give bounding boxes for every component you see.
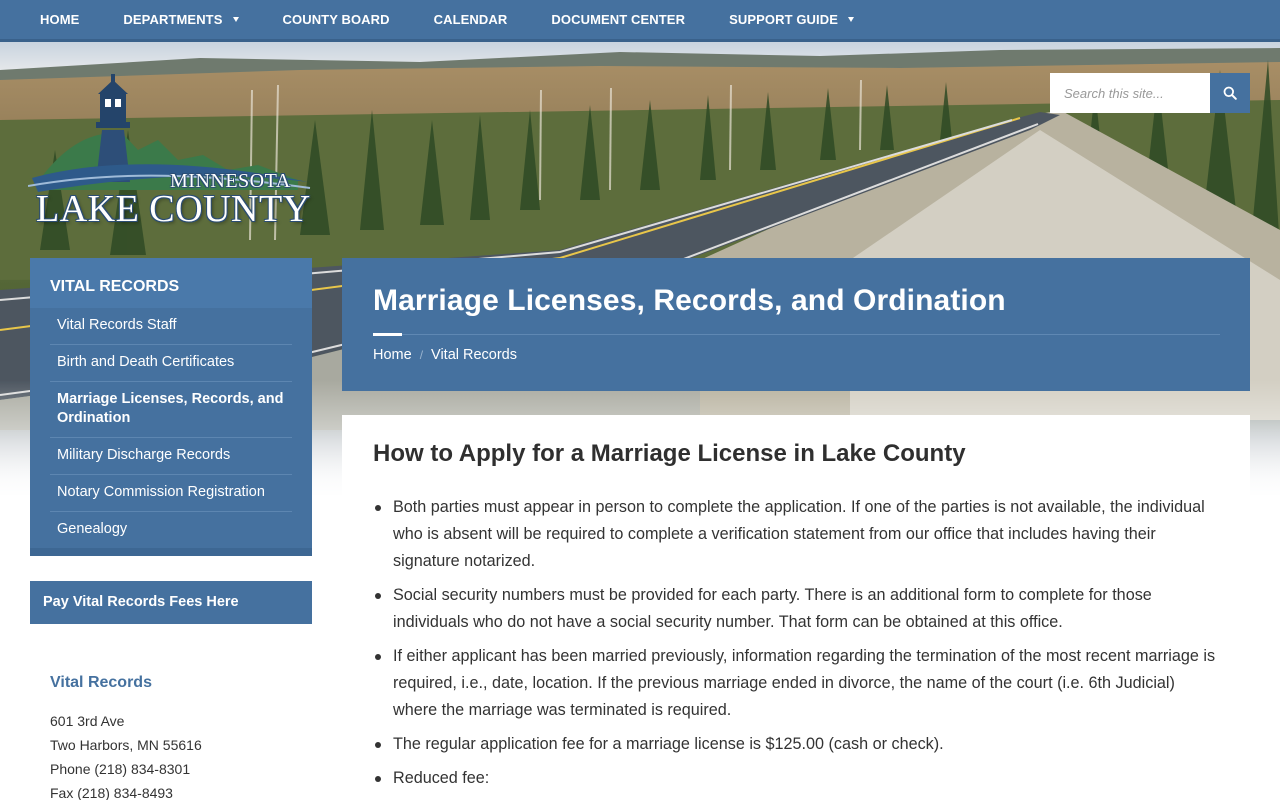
sidebar-menu: VITAL RECORDS Vital Records Staff Birth … <box>30 258 312 556</box>
site-search <box>1050 73 1250 113</box>
logo-name: LAKE COUNTY <box>36 188 311 230</box>
list-item: Social security numbers must be provided… <box>373 582 1220 636</box>
nav-calendar-label: CALENDAR <box>433 12 508 27</box>
nav-home[interactable]: HOME <box>40 12 79 27</box>
caret-down-icon <box>848 17 854 22</box>
list-item: If either applicant has been married pre… <box>373 643 1220 724</box>
page-header: Marriage Licenses, Records, and Ordinati… <box>342 258 1250 391</box>
contact-box: Vital Records 601 3rd Ave Two Harbors, M… <box>30 650 312 800</box>
search-icon <box>1223 86 1237 100</box>
nav-support-guide[interactable]: SUPPORT GUIDE <box>729 12 854 27</box>
sidebar-item-vital-records-staff[interactable]: Vital Records Staff <box>50 308 292 345</box>
list-item: The regular application fee for a marria… <box>373 731 1220 758</box>
nav-departments[interactable]: DEPARTMENTS <box>123 12 239 27</box>
top-navigation: HOME DEPARTMENTS COUNTY BOARD CALENDAR D… <box>0 0 1280 42</box>
sidebar-title: VITAL RECORDS <box>30 258 312 308</box>
nav-calendar[interactable]: CALENDAR <box>434 12 508 27</box>
lake-county-logo[interactable]: MINNESOTA LAKE COUNTY <box>27 70 313 238</box>
nav-county-board[interactable]: COUNTY BOARD <box>283 12 390 27</box>
title-divider <box>373 334 1220 335</box>
contact-phone: Phone (218) 834-8301 <box>50 761 191 777</box>
nav-county-board-label: COUNTY BOARD <box>282 12 390 27</box>
breadcrumb: Home / Vital Records <box>373 347 517 363</box>
list-item: Both parties must appear in person to co… <box>373 494 1220 575</box>
breadcrumb-separator: / <box>419 348 424 362</box>
nav-document-center[interactable]: DOCUMENT CENTER <box>551 12 685 27</box>
sidebar-list: Vital Records Staff Birth and Death Cert… <box>30 308 312 548</box>
breadcrumb-vital-records[interactable]: Vital Records <box>431 347 517 363</box>
contact-title: Vital Records <box>50 674 152 691</box>
content-heading: How to Apply for a Marriage License in L… <box>373 440 966 467</box>
nav-support-guide-label: SUPPORT GUIDE <box>729 12 838 27</box>
contact-address-line2: Two Harbors, MN 55616 <box>50 737 202 753</box>
pay-fees-button[interactable]: Pay Vital Records Fees Here <box>30 581 312 624</box>
nav-departments-label: DEPARTMENTS <box>123 12 223 27</box>
list-item: Reduced fee: <box>373 765 1220 792</box>
sidebar-item-notary-commission[interactable]: Notary Commission Registration <box>50 475 292 512</box>
sidebar-item-birth-death-certificates[interactable]: Birth and Death Certificates <box>50 345 292 382</box>
caret-down-icon <box>232 17 239 22</box>
nav-document-center-label: DOCUMENT CENTER <box>551 12 686 27</box>
sidebar-item-genealogy[interactable]: Genealogy <box>50 512 292 548</box>
main-content: How to Apply for a Marriage License in L… <box>342 415 1250 800</box>
nav-home-label: HOME <box>40 12 80 27</box>
requirements-list: Both parties must appear in person to co… <box>373 494 1220 792</box>
page-title: Marriage Licenses, Records, and Ordinati… <box>373 284 1006 317</box>
sidebar-item-military-discharge[interactable]: Military Discharge Records <box>50 438 292 475</box>
search-input[interactable] <box>1050 73 1210 113</box>
search-button[interactable] <box>1210 73 1250 113</box>
breadcrumb-home[interactable]: Home <box>373 347 412 363</box>
sidebar-item-marriage-licenses[interactable]: Marriage Licenses, Records, and Ordinati… <box>50 382 292 438</box>
sidebar-bottom-border <box>30 548 312 556</box>
title-accent-bar <box>373 333 402 336</box>
contact-fax: Fax (218) 834-8493 <box>50 785 173 800</box>
contact-address-line1: 601 3rd Ave <box>50 713 125 729</box>
